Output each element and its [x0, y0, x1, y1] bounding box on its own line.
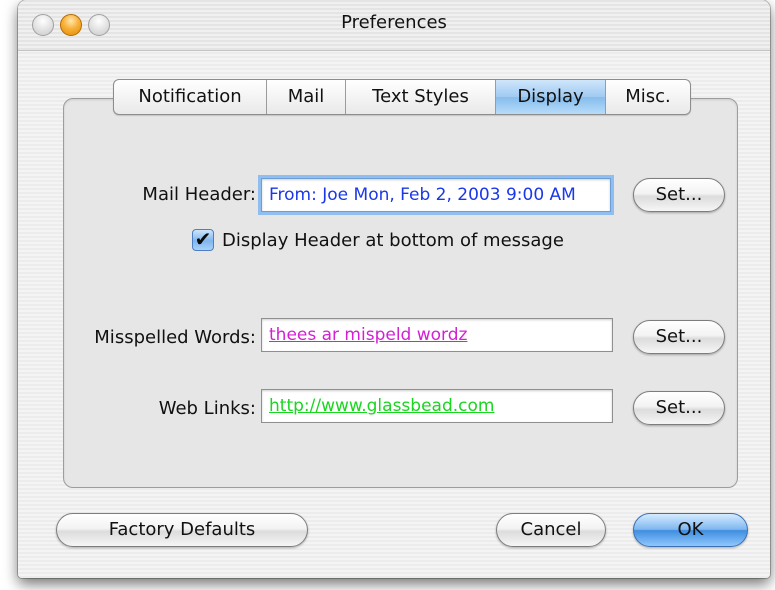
preferences-window: Preferences Notification Mail Text Style…	[18, 0, 770, 578]
window-title: Preferences	[341, 12, 447, 33]
tab-display[interactable]: Display	[496, 80, 606, 114]
cancel-button[interactable]: Cancel	[496, 513, 606, 547]
title-bar[interactable]: Preferences	[18, 0, 770, 51]
web-links-label: Web Links:	[158, 398, 256, 419]
tab-misc[interactable]: Misc.	[606, 80, 690, 114]
mail-header-set-button[interactable]: Set...	[633, 178, 725, 212]
tab-bar: Notification Mail Text Styles Display Mi…	[113, 79, 691, 115]
mail-header-label: Mail Header:	[142, 184, 256, 205]
tab-text-styles[interactable]: Text Styles	[346, 80, 496, 114]
web-links-set-button[interactable]: Set...	[633, 391, 725, 425]
misspelled-words-set-button[interactable]: Set...	[633, 320, 725, 354]
tab-notification[interactable]: Notification	[114, 80, 267, 114]
tab-mail[interactable]: Mail	[267, 80, 346, 114]
display-header-label[interactable]: Display Header at bottom of message	[222, 230, 564, 251]
factory-defaults-button[interactable]: Factory Defaults	[56, 513, 308, 547]
ok-button[interactable]: OK	[633, 513, 748, 547]
tab-content-panel	[63, 98, 738, 488]
web-links-field[interactable]: http://www.glassbead.com	[261, 389, 613, 423]
mail-header-field[interactable]: From: Joe Mon, Feb 2, 2003 9:00 AM	[261, 178, 611, 212]
misspelled-words-label: Misspelled Words:	[94, 327, 256, 348]
misspelled-words-field[interactable]: thees ar mispeld wordz	[261, 318, 613, 352]
display-header-checkbox[interactable]: ✔	[192, 229, 214, 251]
